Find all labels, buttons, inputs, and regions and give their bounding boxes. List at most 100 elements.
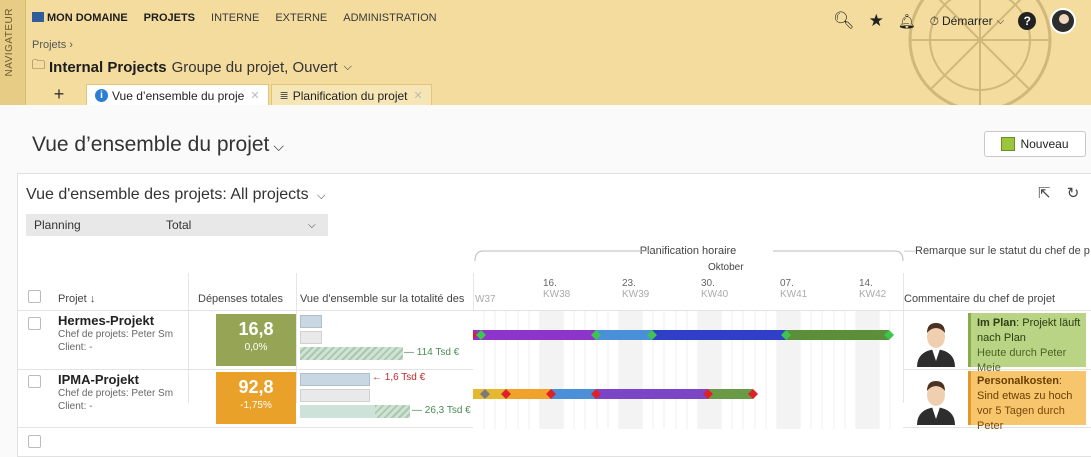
- week-kw-4: KW41: [780, 289, 808, 300]
- projects-overview-card: Vue d'ensemble des projets: All projects…: [17, 173, 1091, 457]
- start-button[interactable]: ⏱︎ Démarrer ⌵: [930, 14, 1005, 29]
- export-icon[interactable]: ⇱: [1038, 185, 1051, 202]
- budget-bar-plan: [300, 373, 370, 386]
- gantt-bar-hermes[interactable]: [473, 327, 903, 343]
- status-comment[interactable]: Personalkosten: Sind etwas zu hoch vor 5…: [968, 371, 1086, 432]
- domain-icon: [32, 12, 44, 22]
- col-sep: [188, 273, 189, 403]
- star-icon[interactable]: ★: [869, 11, 884, 31]
- user-avatar[interactable]: [1050, 8, 1077, 34]
- week-day-1: 16.: [543, 278, 557, 289]
- sort-down-icon: ↓: [89, 293, 96, 305]
- bell-icon[interactable]: 🔔︎: [898, 13, 916, 30]
- column-overview[interactable]: Vue d'ensemble sur la totalité des: [300, 293, 470, 305]
- add-tab-button[interactable]: +: [32, 84, 86, 106]
- col-sep: [296, 273, 297, 403]
- project-client: Client: -: [58, 342, 93, 353]
- week-header: W37 16. KW38 23. KW39 30. KW40 07. KW41 …: [473, 278, 903, 308]
- cost-percentage: 0,0%: [244, 342, 268, 353]
- cost-value: 92,8: [238, 377, 274, 397]
- budget-bar-total: [300, 405, 410, 418]
- comment-title: Im Plan: [977, 317, 1017, 329]
- cost-tile[interactable]: 92,8 -1,75%: [216, 372, 296, 424]
- manager-avatar: [913, 315, 959, 367]
- select-all-checkbox[interactable]: [28, 290, 41, 303]
- week-day-2: 23.: [622, 278, 636, 289]
- help-icon[interactable]: ?: [1018, 12, 1037, 30]
- gantt-bar-ipma[interactable]: [473, 386, 903, 402]
- card-title[interactable]: Vue d'ensemble des projets: All projects…: [26, 186, 325, 204]
- menu-external[interactable]: EXTERNE: [275, 12, 327, 24]
- navigator-toggle[interactable]: NAVIGATEUR: [0, 0, 26, 105]
- cost-tile[interactable]: 16,8 0,0%: [216, 314, 296, 366]
- budget-label: — 114 Tsd €: [404, 347, 460, 358]
- breadcrumb[interactable]: Projets ›: [32, 39, 73, 51]
- info-icon: i: [95, 89, 108, 102]
- budget-overview-chart[interactable]: — 114 Tsd €: [300, 314, 472, 366]
- projects-table: Planification horaire —Remarque sur le s…: [18, 243, 1091, 457]
- menu-projects[interactable]: PROJETS: [144, 12, 195, 24]
- cost-percentage: -1,75%: [240, 400, 272, 411]
- tab-project-planning[interactable]: ≣ Planification du projet ✕: [270, 84, 432, 106]
- column-project[interactable]: Projet ↓: [58, 293, 95, 305]
- budget-label: — 26,3 Tsd €: [412, 405, 471, 416]
- week-kw-1: KW38: [543, 289, 571, 300]
- page-title[interactable]: Vue d’ensemble du projet ⌵: [32, 133, 284, 157]
- close-icon[interactable]: ✕: [414, 89, 423, 102]
- budget-bar-actual: [300, 389, 370, 402]
- month-label: Oktober: [708, 262, 744, 273]
- navigator-label: NAVIGATEUR: [4, 8, 15, 77]
- comment-title: Personalkosten: [977, 375, 1059, 387]
- status-comment[interactable]: Im Plan: Projekt läuft nach Plan Heute d…: [968, 313, 1086, 374]
- cost-value: 16,8: [238, 319, 274, 339]
- view-filter[interactable]: Planning Total ⌵: [26, 214, 328, 236]
- project-group-name: Internal Projects: [49, 58, 167, 76]
- project-manager: Chef de projets: Peter Sm: [58, 388, 174, 399]
- app-header: NAVIGATEUR MON DOMAINE PROJETS INTERNE E…: [0, 0, 1091, 106]
- gantt-icon: ≣: [279, 90, 289, 102]
- budget-bar-total: [300, 347, 403, 360]
- column-comment[interactable]: Commentaire du chef de projet: [904, 293, 1055, 305]
- week-kw-5: KW42: [859, 289, 887, 300]
- project-name[interactable]: IPMA-Projekt: [58, 372, 139, 387]
- page-context-title[interactable]: 🗀 Internal Projects Groupe du projet, Ou…: [32, 56, 352, 78]
- column-costs[interactable]: Dépenses totales: [198, 293, 283, 305]
- filter-planning: Planning: [34, 218, 81, 232]
- chevron-down-icon: ⌵: [996, 15, 1005, 27]
- refresh-icon[interactable]: ↻: [1067, 185, 1080, 202]
- bracket-left: —: [904, 245, 915, 257]
- card-actions: ⇱ ↻: [1038, 184, 1079, 202]
- menu-internal[interactable]: INTERNE: [211, 12, 259, 24]
- over-budget-label: ← 1,6 Tsd €: [372, 372, 426, 383]
- week-kw-0: W37: [475, 294, 496, 305]
- row-checkbox[interactable]: [28, 435, 41, 448]
- menu-administration[interactable]: ADMINISTRATION: [343, 12, 436, 24]
- budget-bar-plan: [300, 315, 322, 328]
- timeline-group-bracket: [474, 250, 904, 262]
- week-day-4: 07.: [780, 278, 794, 289]
- week-kw-3: KW40: [701, 289, 729, 300]
- week-kw-2: KW39: [622, 289, 650, 300]
- project-group-icon: 🗀: [32, 57, 46, 72]
- chevron-down-icon: ⌵: [308, 219, 316, 231]
- col-sep: [903, 273, 904, 403]
- header-actions: 🔍︎ ★ 🔔︎ ⏱︎ Démarrer ⌵ ? ⚙: [833, 8, 1091, 34]
- budget-overview-chart[interactable]: ← 1,6 Tsd € — 26,3 Tsd €: [300, 372, 472, 424]
- status-group-header: —Remarque sur le statut du chef de p: [904, 245, 1090, 257]
- week-day-5: 14.: [859, 278, 873, 289]
- week-day-3: 30.: [701, 278, 715, 289]
- chevron-down-icon: ⌵: [343, 60, 352, 73]
- project-name[interactable]: Hermes-Projekt: [58, 313, 154, 328]
- new-icon: [1001, 137, 1016, 151]
- new-button[interactable]: Nouveau: [984, 131, 1086, 157]
- search-icon[interactable]: 🔍︎: [833, 11, 855, 31]
- timer-icon: ⏱︎: [929, 13, 939, 28]
- close-icon[interactable]: ✕: [250, 89, 259, 102]
- tab-project-overview[interactable]: i Vue d’ensemble du proje ✕: [86, 84, 269, 106]
- menu-my-domain[interactable]: MON DOMAINE: [32, 12, 128, 24]
- row-checkbox[interactable]: [28, 375, 41, 388]
- row-checkbox[interactable]: [28, 317, 41, 330]
- budget-bar-actual: [300, 331, 322, 344]
- filter-total: Total: [166, 218, 192, 232]
- chevron-down-icon: ⌵: [273, 138, 285, 154]
